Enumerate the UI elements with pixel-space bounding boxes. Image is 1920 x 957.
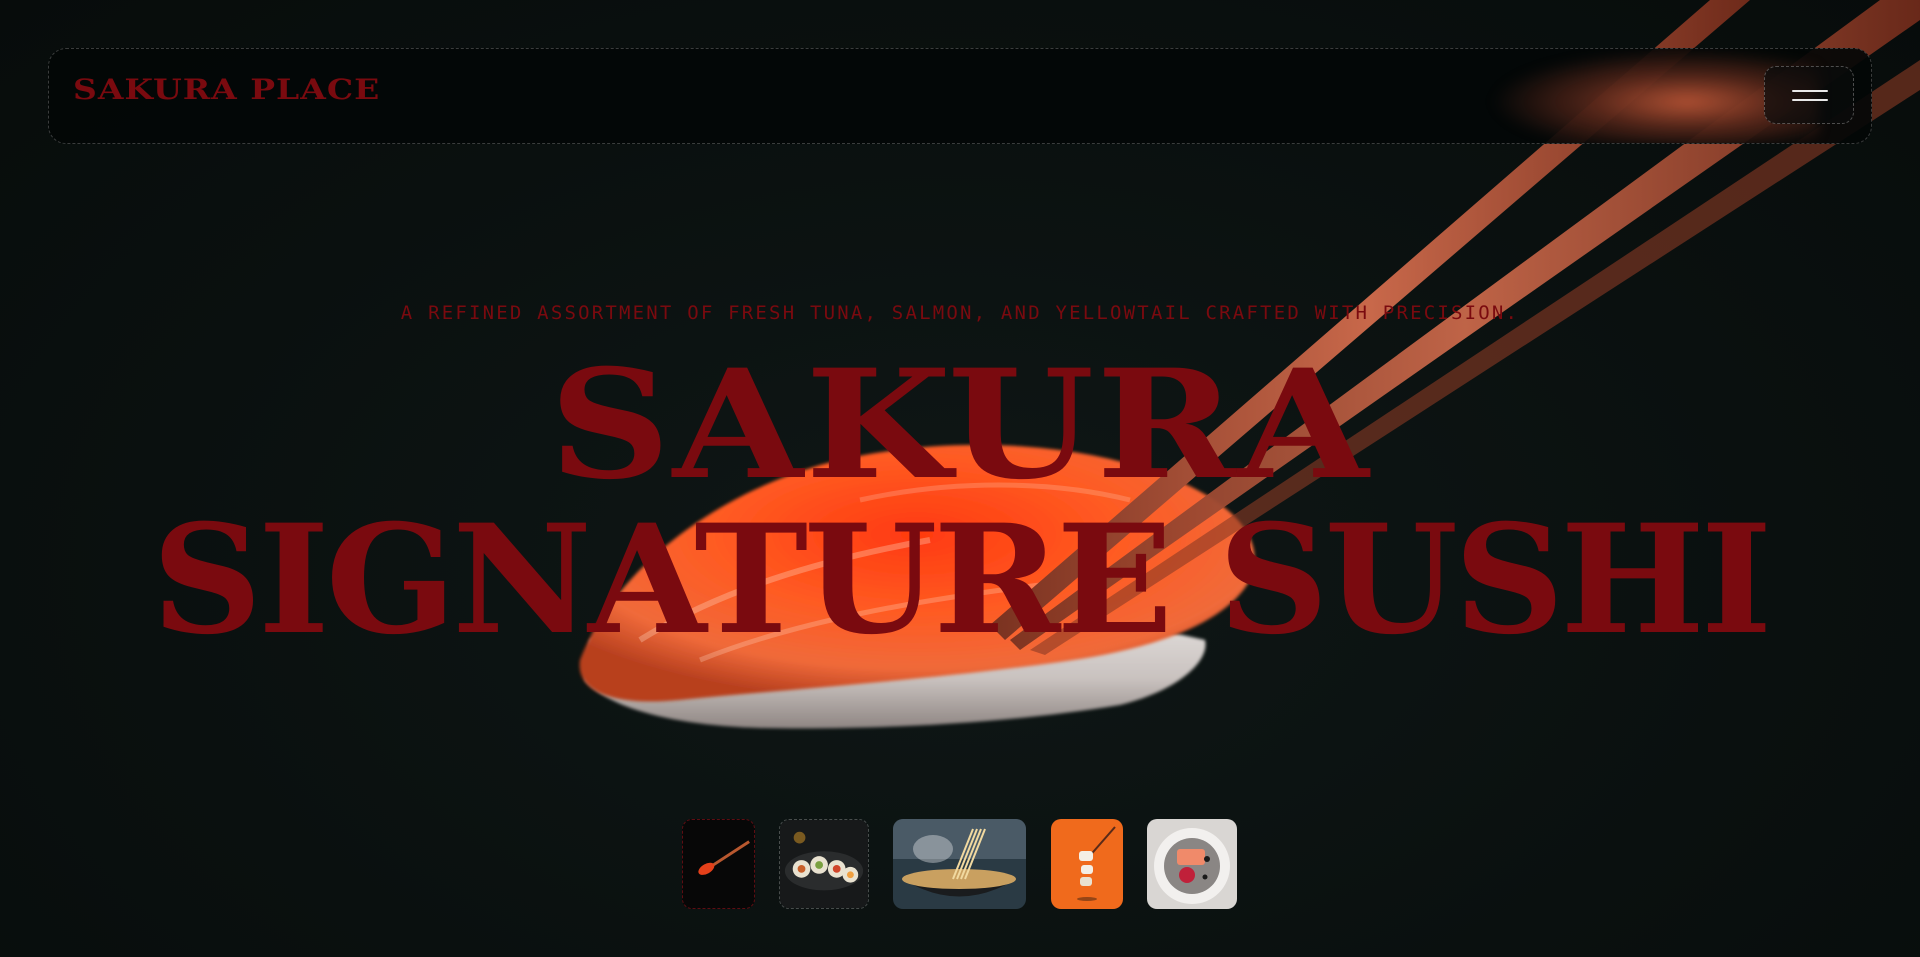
hamburger-menu-icon <box>1792 90 1828 101</box>
thumbnail-sushi-rolls[interactable] <box>779 819 869 909</box>
plated-dish-image <box>1154 828 1230 904</box>
thumbnail-plated-dish[interactable] <box>1147 819 1237 909</box>
ramen-image <box>893 819 1026 909</box>
page: SAKURA PLACE A REFINED ASSORTMENT OF FRE… <box>0 0 1920 957</box>
thumbnail-sushi-stack[interactable] <box>1051 819 1123 909</box>
sushi-rolls-image <box>780 820 868 908</box>
sushi-stack-image <box>1077 826 1116 901</box>
thumbnail-spoon-with-roe[interactable] <box>682 819 755 909</box>
site-header: SAKURA PLACE <box>48 48 1872 144</box>
menu-button[interactable] <box>1764 66 1854 124</box>
hero-title-line-1: SAKURA <box>549 337 1371 513</box>
site-logo[interactable]: SAKURA PLACE <box>73 75 380 103</box>
hero-title-line-2: SIGNATURE SUSHI <box>151 492 1773 668</box>
spoon-image <box>698 840 750 875</box>
thumbnail-ramen[interactable] <box>893 819 1026 909</box>
hero-tagline: A REFINED ASSORTMENT OF FRESH TUNA, SALM… <box>400 302 1520 324</box>
